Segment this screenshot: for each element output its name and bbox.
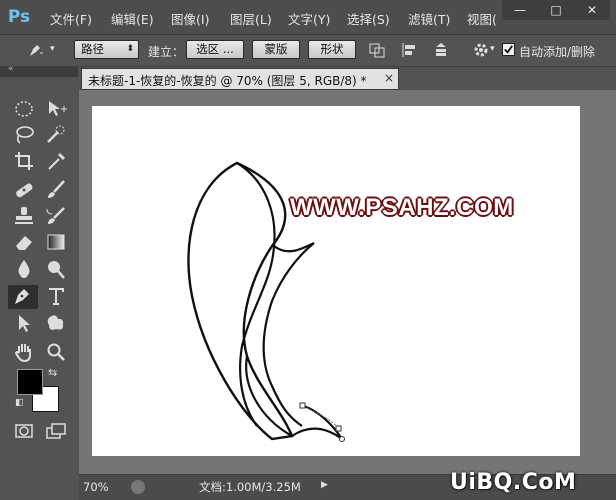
- eyedropper-icon[interactable]: [44, 150, 68, 172]
- history-brush-icon[interactable]: [44, 205, 68, 227]
- auto-add-delete-label: 自动添加/删除: [519, 45, 596, 59]
- shape-icon[interactable]: [44, 312, 68, 334]
- zoom-level[interactable]: 70%: [83, 479, 123, 495]
- status-menu-arrow-icon[interactable]: ▶: [321, 480, 328, 490]
- canvas[interactable]: WWW.PSAHZ.COM: [92, 106, 580, 456]
- swap-colors-icon[interactable]: ⇆: [48, 366, 57, 379]
- pen-icon[interactable]: [8, 285, 38, 309]
- document-tab[interactable]: 未标题-1-恢复的-恢复的 @ 70% (图层 5, RGB/8) * ×: [81, 68, 399, 90]
- move-icon[interactable]: [44, 98, 68, 120]
- selection-button[interactable]: 选区 ...: [186, 40, 244, 59]
- blur-icon[interactable]: [12, 258, 36, 280]
- menu-type[interactable]: 文字(Y): [288, 9, 330, 28]
- auto-add-delete-checkbox[interactable]: [502, 43, 515, 56]
- collapse-panel-icon[interactable]: «: [8, 64, 14, 74]
- maximize-button[interactable]: □: [538, 0, 574, 20]
- hand-icon[interactable]: [12, 341, 36, 363]
- document-info: 文档:1.00M/3.25M: [199, 480, 301, 494]
- path-operations-icon[interactable]: [368, 41, 386, 59]
- crop-icon[interactable]: [12, 150, 36, 172]
- path-alignment-icon[interactable]: [400, 41, 418, 59]
- canvas-watermark-text: WWW.PSAHZ.COM: [290, 194, 514, 221]
- document-title: 未标题-1-恢复的-恢复的 @ 70% (图层 5, RGB/8) *: [88, 74, 367, 88]
- tools-panel-header: «: [0, 64, 78, 77]
- healing-icon[interactable]: [12, 179, 36, 201]
- quick-select-icon[interactable]: [44, 124, 68, 146]
- menu-layer[interactable]: 图层(L): [230, 9, 272, 28]
- options-bar: ▾ 路径 ⬍ 建立： 选区 ... 蒙版 形状 ▾ 自动添加/删除: [0, 35, 616, 67]
- dodge-icon[interactable]: [44, 258, 68, 280]
- menu-edit[interactable]: 编辑(E): [111, 9, 154, 28]
- quick-mask-icon[interactable]: [12, 420, 36, 442]
- close-icon[interactable]: ×: [384, 71, 394, 85]
- menu-file[interactable]: 文件(F): [50, 9, 92, 28]
- type-icon[interactable]: [44, 285, 68, 307]
- marquee-icon[interactable]: [12, 98, 36, 120]
- menu-filter[interactable]: 滤镜(T): [408, 9, 450, 28]
- path-select-icon[interactable]: [12, 312, 36, 334]
- menu-select[interactable]: 选择(S): [347, 9, 390, 28]
- stamp-icon[interactable]: [12, 205, 36, 227]
- close-window-button[interactable]: ✕: [574, 0, 610, 20]
- menu-image[interactable]: 图像(I): [171, 9, 209, 28]
- screen-mode-icon[interactable]: [44, 420, 68, 442]
- gear-icon[interactable]: [472, 41, 490, 59]
- gradient-icon[interactable]: [44, 231, 68, 253]
- brush-icon[interactable]: [44, 179, 68, 201]
- status-info-icon[interactable]: [131, 480, 145, 494]
- create-label: 建立：: [148, 45, 185, 59]
- shape-button[interactable]: 形状: [308, 40, 356, 59]
- petal-path-drawing[interactable]: [92, 106, 580, 456]
- menu-bar: Ps 文件(F) 编辑(E) 图像(I) 图层(L) 文字(Y) 选择(S) 滤…: [0, 0, 616, 35]
- select-arrows-icon: ⬍: [126, 44, 134, 54]
- path-arrangement-icon[interactable]: [432, 41, 450, 59]
- app-logo: Ps: [7, 7, 31, 27]
- zoom-icon[interactable]: [44, 341, 68, 363]
- default-colors-icon[interactable]: ◧: [15, 398, 24, 408]
- menu-view[interactable]: 视图(: [467, 9, 497, 28]
- checkmark-icon: [504, 45, 513, 54]
- mode-select[interactable]: 路径 ⬍: [74, 40, 139, 59]
- gear-chevron-down-icon[interactable]: ▾: [490, 44, 495, 54]
- minimize-button[interactable]: —: [502, 0, 538, 20]
- mode-select-value: 路径: [81, 42, 104, 56]
- preset-chevron-down-icon[interactable]: ▾: [50, 44, 55, 54]
- site-watermark: UiBQ.CoM: [450, 470, 577, 495]
- eraser-icon[interactable]: [12, 231, 36, 253]
- lasso-icon[interactable]: [12, 124, 36, 146]
- mask-button[interactable]: 蒙版: [252, 40, 300, 59]
- window-controls: — □ ✕: [502, 0, 610, 20]
- foreground-color-swatch[interactable]: [17, 369, 43, 395]
- pen-tool-preset-icon[interactable]: [26, 41, 44, 59]
